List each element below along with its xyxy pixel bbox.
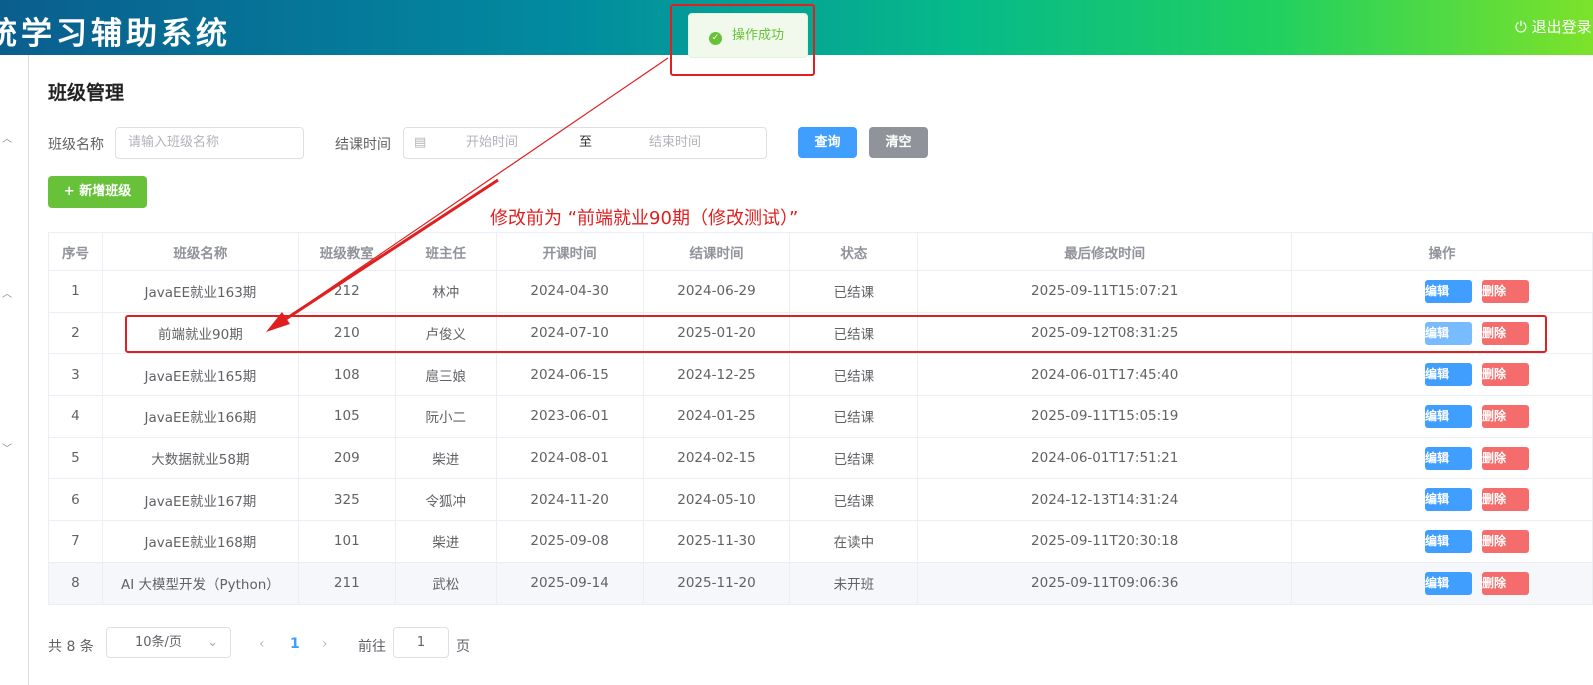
annotation-arrow xyxy=(266,57,669,332)
annotation-note: 修改前为 “前端就业90期（修改测试）” xyxy=(490,208,799,229)
